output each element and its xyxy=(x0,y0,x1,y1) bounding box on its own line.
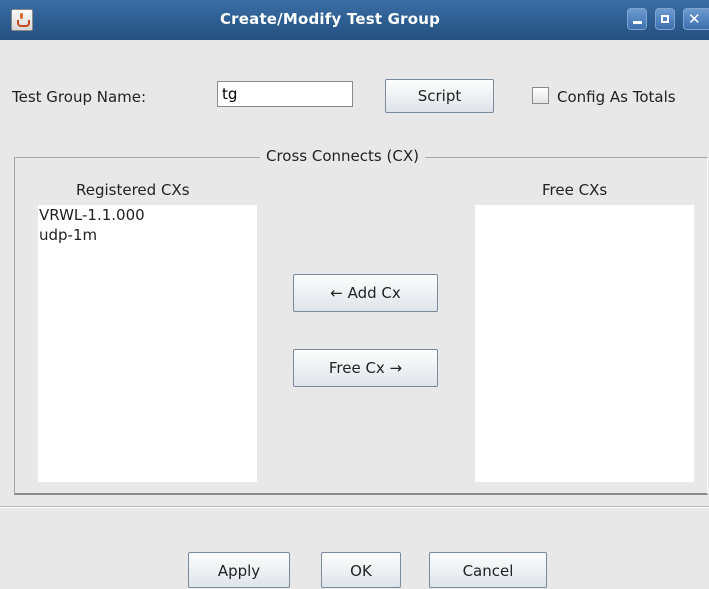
config-as-totals-checkbox[interactable] xyxy=(532,87,549,104)
minimize-button[interactable] xyxy=(627,8,647,30)
maximize-button[interactable] xyxy=(655,8,675,30)
registered-cxs-list[interactable]: VRWL-1.1.000 udp-1m xyxy=(38,205,257,482)
close-icon: ✕ xyxy=(688,10,701,28)
maximize-icon xyxy=(661,15,669,23)
apply-button[interactable]: Apply xyxy=(188,552,290,588)
footer-separator xyxy=(0,506,709,508)
add-cx-button[interactable]: ← Add Cx xyxy=(293,274,438,312)
ok-button[interactable]: OK xyxy=(321,552,401,588)
window-title: Create/Modify Test Group xyxy=(219,10,441,28)
script-button[interactable]: Script xyxy=(385,79,494,113)
list-item[interactable]: udp-1m xyxy=(38,225,257,245)
minimize-icon xyxy=(633,21,642,24)
cross-connects-legend: Cross Connects (CX) xyxy=(260,147,425,165)
free-cx-button[interactable]: Free Cx → xyxy=(293,349,438,387)
test-group-name-input[interactable] xyxy=(217,81,353,107)
cancel-button[interactable]: Cancel xyxy=(429,552,547,588)
config-as-totals-label: Config As Totals xyxy=(557,88,676,106)
title-bar[interactable]: Create/Modify Test Group ✕ xyxy=(0,0,709,40)
list-item[interactable]: VRWL-1.1.000 xyxy=(38,205,257,225)
free-cxs-header: Free CXs xyxy=(542,181,608,199)
registered-cxs-header: Registered CXs xyxy=(76,181,190,199)
close-button[interactable]: ✕ xyxy=(683,8,709,30)
test-group-name-label: Test Group Name: xyxy=(12,88,147,106)
java-app-icon xyxy=(11,9,33,31)
free-cxs-list[interactable] xyxy=(475,205,694,482)
